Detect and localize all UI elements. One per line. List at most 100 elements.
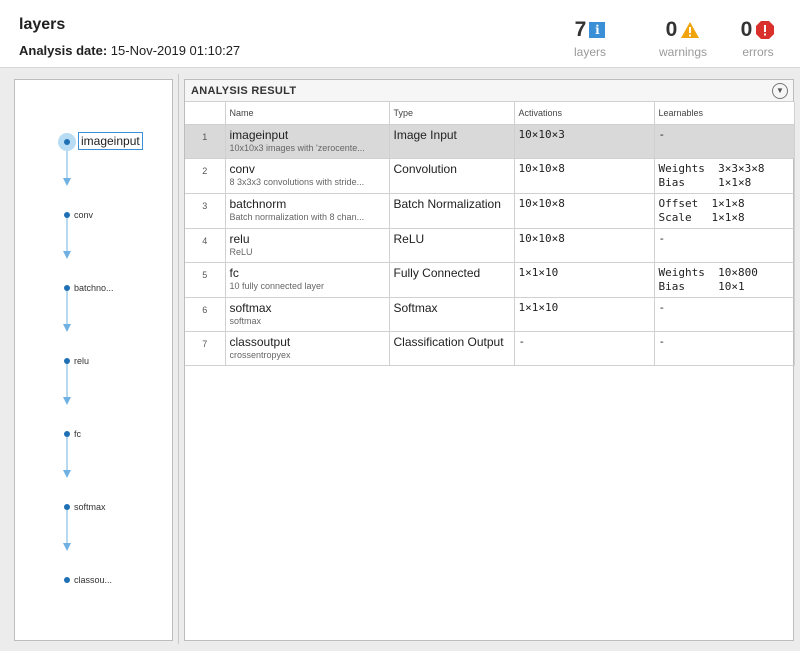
graph-node-fc[interactable]: fc (74, 429, 81, 439)
learnable-entry: - (658, 334, 666, 348)
layer-description: 10 fully connected layer (229, 280, 325, 291)
name-cell: conv 8 3x3x3 convolutions with stride... (225, 158, 390, 194)
type-cell: Fully Connected (389, 262, 515, 298)
table-row[interactable]: 5 fc 10 fully connected layer Fully Conn… (185, 262, 795, 298)
table-row[interactable]: 2 conv 8 3x3x3 convolutions with stride.… (185, 158, 795, 194)
column-header-learnables[interactable]: Learnables (654, 102, 795, 125)
activations-cell: 10×10×8 (514, 228, 655, 263)
chevron-down-icon: ▼ (776, 86, 784, 95)
warnings-caption: warnings (658, 45, 708, 59)
table-row[interactable]: 7 classoutput crossentropyex Classificat… (185, 331, 795, 366)
table-row[interactable]: 1 imageinput 10x10x3 images with 'zeroce… (185, 124, 795, 159)
layer-description: crossentropyex (229, 349, 291, 360)
activations-cell: 10×10×8 (514, 158, 655, 194)
layer-description: ReLU (229, 246, 253, 257)
learnables-cell: Offset 1×1×8 Scale 1×1×8 (654, 193, 795, 229)
activations-cell: 1×1×10 (514, 262, 655, 298)
name-cell: relu ReLU (225, 228, 390, 263)
learnable-entry: - (658, 300, 666, 314)
row-index: 2 (185, 158, 226, 194)
layers-count: 7 (574, 18, 587, 41)
name-cell: classoutput crossentropyex (225, 331, 390, 366)
graph-node-relu[interactable]: relu (74, 356, 89, 366)
column-header-name[interactable]: Name (225, 102, 390, 125)
table-row[interactable]: 3 batchnorm Batch normalization with 8 c… (185, 193, 795, 229)
layer-description: Batch normalization with 8 chan... (229, 211, 365, 222)
activations-cell: 10×10×8 (514, 193, 655, 229)
row-index: 7 (185, 331, 226, 366)
errors-caption: errors (742, 45, 774, 59)
layer-name: conv (229, 161, 255, 176)
name-cell: softmax softmax (225, 297, 390, 332)
learnables-cell: - (654, 124, 795, 159)
row-index: 3 (185, 193, 226, 229)
row-index: 1 (185, 124, 226, 159)
learnable-entry: Scale 1×1×8 (658, 210, 745, 224)
layer-description: 8 3x3x3 convolutions with stride... (229, 176, 365, 187)
errors-stat: 0 errors (730, 18, 786, 59)
graph-node-batchnorm[interactable]: batchno... (74, 283, 114, 293)
layer-name: relu (229, 231, 250, 246)
type-cell: Classification Output (389, 331, 515, 366)
name-cell: imageinput 10x10x3 images with 'zerocent… (225, 124, 390, 159)
activations-cell: 10×10×3 (514, 124, 655, 159)
layers-table: Name Type Activations Learnables 1 image… (185, 102, 795, 366)
type-cell: ReLU (389, 228, 515, 263)
layer-name: classoutput (229, 334, 291, 349)
layer-description: softmax (229, 315, 262, 326)
learnable-entry: Bias 10×1 (658, 279, 745, 293)
panel-divider[interactable] (178, 74, 179, 644)
learnables-cell: - (654, 228, 795, 263)
layer-name: fc (229, 265, 239, 280)
learnables-cell: Weights 10×800 Bias 10×1 (654, 262, 795, 298)
learnables-cell: - (654, 297, 795, 332)
warnings-count: 0 (665, 18, 678, 41)
type-cell: Softmax (389, 297, 515, 332)
type-cell: Batch Normalization (389, 193, 515, 229)
layer-name: imageinput (229, 127, 289, 142)
layer-description: 10x10x3 images with 'zerocente... (229, 142, 365, 153)
learnable-entry: - (658, 231, 666, 245)
learnable-entry: Bias 1×1×8 (658, 175, 752, 189)
graph-node-imageinput[interactable]: imageinput (78, 132, 143, 150)
row-index: 5 (185, 262, 226, 298)
row-index: 4 (185, 228, 226, 263)
collapse-button[interactable]: ▼ (772, 83, 788, 99)
network-title: layers (19, 16, 66, 33)
layer-name: batchnorm (229, 196, 287, 211)
type-cell: Convolution (389, 158, 515, 194)
layers-stat: 7 i layers (562, 18, 618, 59)
learnable-entry: Weights 3×3×3×8 (658, 161, 765, 175)
analysis-result-panel: ANALYSIS RESULT ▼ Name Type Activations … (184, 79, 795, 641)
type-cell: Image Input (389, 124, 515, 159)
errors-count: 0 (740, 18, 753, 41)
layer-graph-panel[interactable]: imageinput conv batchno... relu fc softm… (14, 79, 173, 641)
activations-cell: - (514, 331, 655, 366)
analysis-date-label: Analysis date: (19, 43, 108, 58)
learnable-entry: Offset 1×1×8 (658, 196, 745, 210)
column-header-activations[interactable]: Activations (514, 102, 655, 125)
learnable-entry: - (658, 127, 666, 141)
learnables-cell: - (654, 331, 795, 366)
graph-node-conv[interactable]: conv (74, 210, 93, 220)
graph-node-classoutput[interactable]: classou... (74, 575, 112, 585)
analysis-header: layers Analysis date: 15-Nov-2019 01:10:… (0, 0, 800, 68)
activations-cell: 1×1×10 (514, 297, 655, 332)
layer-graph (58, 133, 76, 583)
learnable-entry: Weights 10×800 (658, 265, 758, 279)
analysis-result-header: ANALYSIS RESULT ▼ (185, 80, 793, 102)
table-row[interactable]: 4 relu ReLU ReLU 10×10×8 - (185, 228, 795, 263)
layer-name: softmax (229, 300, 272, 315)
error-icon (756, 21, 775, 39)
column-header-type[interactable]: Type (389, 102, 515, 125)
analysis-date: Analysis date: 15-Nov-2019 01:10:27 (19, 43, 240, 58)
table-header-row: Name Type Activations Learnables (185, 102, 795, 125)
table-row[interactable]: 6 softmax softmax Softmax 1×1×10 - (185, 297, 795, 332)
graph-node-softmax[interactable]: softmax (74, 502, 106, 512)
warnings-stat: 0 warnings (652, 18, 714, 59)
info-icon: i (589, 22, 606, 38)
learnables-cell: Weights 3×3×3×8 Bias 1×1×8 (654, 158, 795, 194)
name-cell: batchnorm Batch normalization with 8 cha… (225, 193, 390, 229)
row-index: 6 (185, 297, 226, 332)
layers-caption: layers (573, 45, 606, 59)
